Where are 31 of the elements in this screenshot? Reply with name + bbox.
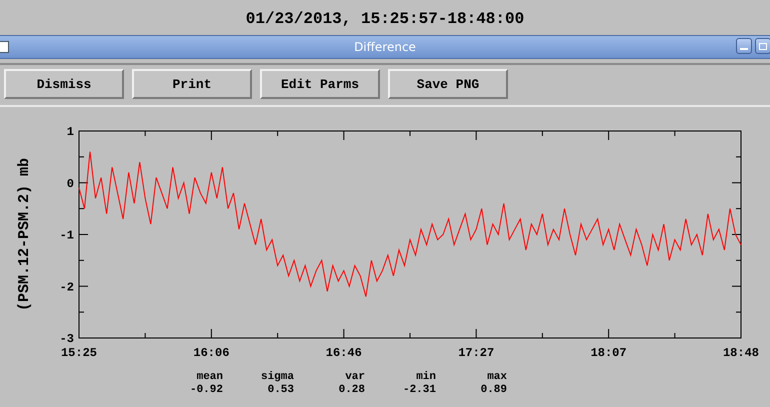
x-tick-label: 18:48 (723, 346, 759, 360)
stat-label: sigma (260, 371, 294, 384)
maximize-button[interactable] (755, 38, 770, 54)
toolbar-button[interactable]: Print (132, 69, 252, 99)
stat-value: 0.28 (338, 384, 365, 397)
stat-value: 0.89 (480, 384, 507, 397)
stat-label: mean (196, 371, 223, 384)
stat-label: var (344, 371, 365, 384)
x-tick-label: 18:07 (590, 346, 627, 360)
x-tick-label: 16:06 (193, 346, 230, 360)
stat-label: min (415, 371, 436, 384)
x-tick-label: 16:46 (326, 346, 362, 360)
y-axis-label: (PSM.12-PSM.2) mb (16, 158, 33, 312)
y-tick-label: -1 (60, 228, 74, 242)
x-tick-label: 17:27 (458, 346, 494, 360)
toolbar-button[interactable]: Edit Parms (260, 69, 380, 99)
stat-value: 0.53 (266, 384, 294, 397)
y-tick-label: 1 (66, 125, 74, 139)
page-title: 01/23/2013, 15:25:57-18:48:00 (246, 8, 524, 28)
window-title: Difference (354, 40, 416, 54)
minimize-button[interactable] (736, 38, 752, 54)
toolbar-button[interactable]: Dismiss (4, 69, 124, 99)
y-tick-label: -3 (60, 332, 74, 346)
y-tick-label: 0 (66, 176, 74, 191)
stat-label: max (486, 371, 507, 384)
stat-value: -2.31 (402, 384, 436, 397)
window-menu-icon[interactable] (0, 41, 9, 53)
y-tick-label: -2 (60, 280, 74, 294)
stat-value: -0.92 (188, 384, 223, 397)
x-tick-label: 15:25 (61, 346, 97, 360)
toolbar-button[interactable]: Save PNG (388, 69, 508, 99)
